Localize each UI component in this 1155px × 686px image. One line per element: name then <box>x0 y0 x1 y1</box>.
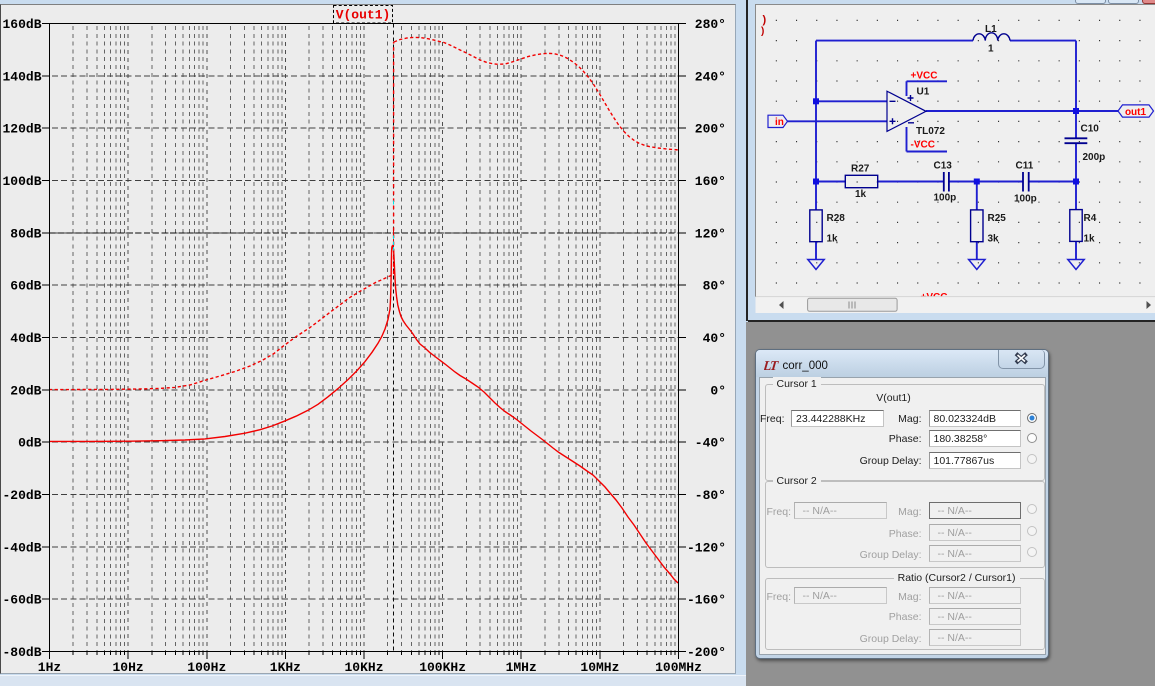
svg-text:TL072: TL072 <box>916 126 945 137</box>
svg-text:120°: 120° <box>695 226 726 241</box>
svg-text:200p: 200p <box>1083 152 1106 163</box>
svg-text:1: 1 <box>988 44 994 55</box>
svg-text:100p: 100p <box>934 193 957 204</box>
svg-text:1k: 1k <box>1084 234 1096 245</box>
svg-text:-80°: -80° <box>695 488 726 503</box>
svg-text:40°: 40° <box>703 331 726 346</box>
svg-text:10Hz: 10Hz <box>112 660 143 674</box>
svg-text:-80dB: -80dB <box>2 645 41 660</box>
svg-text:-VCC: -VCC <box>911 140 935 151</box>
svg-text:out1: out1 <box>1125 107 1147 118</box>
svg-text:1KHz: 1KHz <box>270 660 301 674</box>
svg-text:C10: C10 <box>1081 124 1100 135</box>
svg-text:1Hz: 1Hz <box>38 660 61 674</box>
svg-text:1k: 1k <box>827 234 839 245</box>
svg-text:R28: R28 <box>827 213 846 224</box>
svg-text:-40°: -40° <box>695 436 726 451</box>
svg-text:): ) <box>763 14 767 26</box>
svg-text:200°: 200° <box>695 122 726 137</box>
svg-text:1k: 1k <box>855 189 867 200</box>
svg-text:160°: 160° <box>695 174 726 189</box>
svg-text:20dB: 20dB <box>10 383 41 398</box>
svg-text:100MHz: 100MHz <box>655 660 702 674</box>
svg-text:-40dB: -40dB <box>2 540 41 555</box>
svg-text:C11: C11 <box>1016 161 1034 172</box>
svg-text:160dB: 160dB <box>2 17 41 32</box>
svg-text:R27: R27 <box>851 164 870 175</box>
svg-text:L1: L1 <box>985 24 997 35</box>
svg-text:10MHz: 10MHz <box>580 660 619 674</box>
svg-text:120dB: 120dB <box>2 122 41 137</box>
svg-text:280°: 280° <box>695 17 726 32</box>
svg-text:in: in <box>775 117 784 128</box>
svg-text:R4: R4 <box>1084 213 1097 224</box>
svg-text:C13: C13 <box>934 161 953 172</box>
svg-text:0dB: 0dB <box>18 436 42 451</box>
svg-text:100dB: 100dB <box>2 174 41 189</box>
svg-text:): ) <box>761 26 764 37</box>
svg-text:80dB: 80dB <box>10 226 41 241</box>
svg-text:V(out1): V(out1) <box>336 8 391 23</box>
svg-text:80°: 80° <box>703 279 726 294</box>
svg-text:100KHz: 100KHz <box>419 660 466 674</box>
svg-text:1MHz: 1MHz <box>506 660 537 674</box>
svg-text:LT: LT <box>764 359 780 372</box>
svg-text:240°: 240° <box>695 69 726 84</box>
svg-text:-200°: -200° <box>687 645 726 660</box>
svg-text:-20dB: -20dB <box>2 488 41 503</box>
svg-text:R25: R25 <box>988 213 1007 224</box>
svg-text:10KHz: 10KHz <box>344 660 383 674</box>
svg-text:U1: U1 <box>917 86 930 97</box>
svg-text:-120°: -120° <box>687 540 726 555</box>
svg-text:60dB: 60dB <box>10 279 41 294</box>
svg-text:+VCC: +VCC <box>911 71 938 82</box>
svg-text:40dB: 40dB <box>10 331 41 346</box>
svg-text:140dB: 140dB <box>2 69 41 84</box>
svg-text:-160°: -160° <box>687 593 726 608</box>
svg-text:-60dB: -60dB <box>2 593 41 608</box>
svg-text:100Hz: 100Hz <box>187 660 226 674</box>
svg-text:3k: 3k <box>988 234 1000 245</box>
svg-text:0°: 0° <box>710 383 726 398</box>
svg-text:100p: 100p <box>1014 194 1037 205</box>
